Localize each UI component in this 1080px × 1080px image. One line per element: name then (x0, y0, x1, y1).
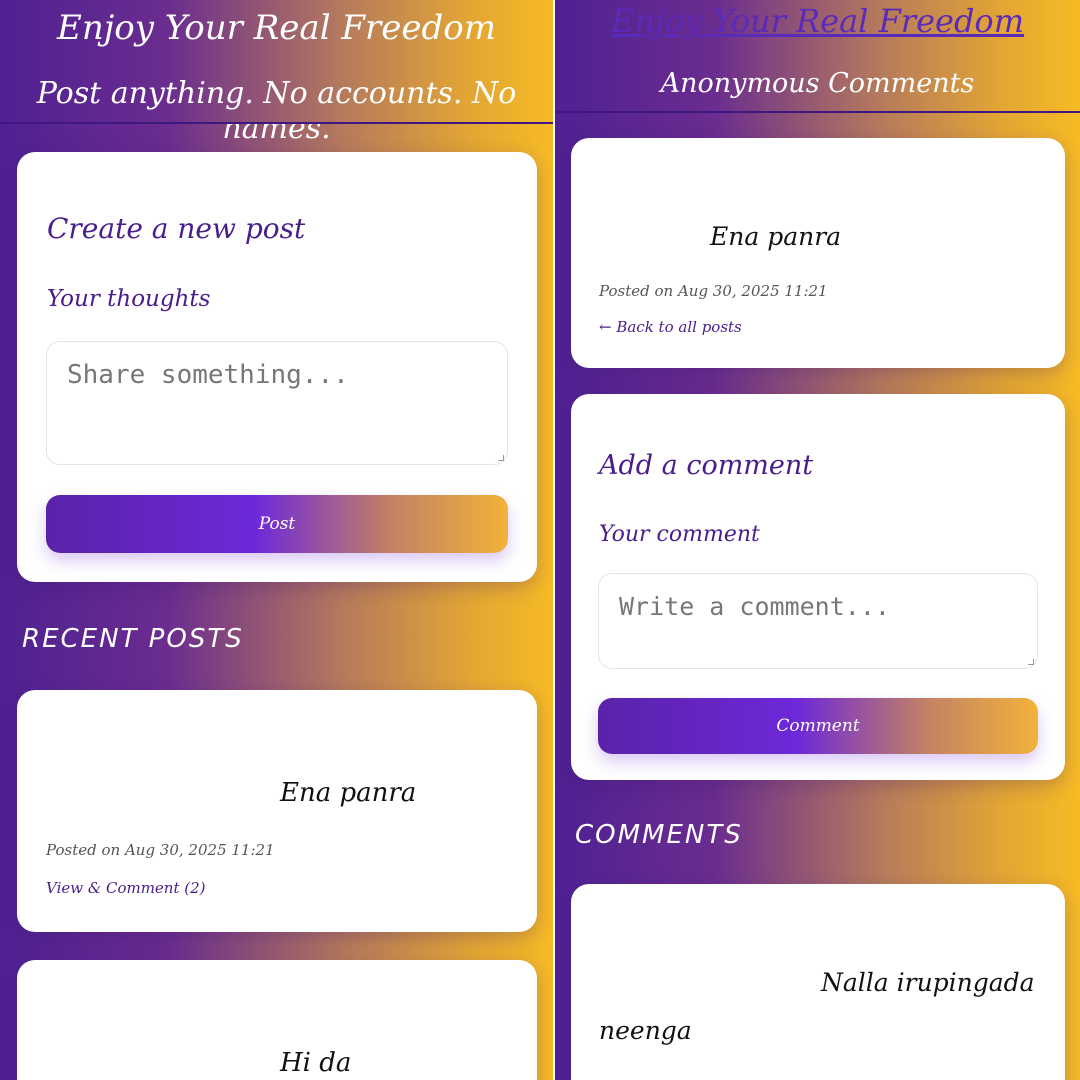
comment-placeholder: Write a comment... (619, 592, 890, 621)
comments-heading: COMMENTS (575, 820, 743, 850)
site-subtitle: Post anything. No accounts. No names. (36, 76, 517, 146)
comment-input[interactable]: Write a comment... (598, 573, 1038, 669)
create-post-card: Create a new post Your thoughts Share so… (17, 152, 537, 582)
post-card: Hi da (17, 960, 537, 1080)
post-button[interactable]: Post (46, 495, 508, 553)
post-text: Hi da (280, 1048, 352, 1078)
thoughts-label: Your thoughts (47, 286, 211, 312)
post-card: Ena panra Posted on Aug 30, 2025 11:21 V… (17, 690, 537, 932)
post-timestamp: Posted on Aug 30, 2025 11:21 (46, 841, 275, 859)
comment-button[interactable]: Comment (598, 698, 1038, 754)
view-comment-link[interactable]: View & Comment (2) (46, 879, 206, 897)
page-subtitle: Anonymous Comments (660, 68, 975, 99)
thoughts-placeholder: Share something... (67, 360, 349, 390)
resize-handle-icon[interactable] (498, 455, 504, 461)
back-to-posts-link[interactable]: ← Back to all posts (599, 318, 742, 336)
post-detail-panel: Enjoy Your Real Freedom Anonymous Commen… (553, 0, 1080, 1080)
post-text: Ena panra (710, 222, 842, 251)
site-title: Enjoy Your Real Freedom (57, 8, 496, 48)
post-feed-panel: Enjoy Your Real Freedom Post anything. N… (0, 0, 553, 1080)
comment-text-line1: Nalla irupingada (821, 968, 1035, 997)
create-post-title: Create a new post (47, 212, 306, 245)
recent-posts-heading: RECENT POSTS (22, 624, 244, 654)
add-comment-card: Add a comment Your comment Write a comme… (571, 394, 1065, 780)
header-divider (555, 111, 1080, 113)
site-title-link[interactable]: Enjoy Your Real Freedom (555, 2, 1080, 40)
add-comment-title: Add a comment (599, 450, 814, 481)
comment-text-line2: neenga (599, 1016, 692, 1045)
thoughts-input[interactable]: Share something... (46, 341, 508, 465)
post-detail-card: Ena panra Posted on Aug 30, 2025 11:21 ←… (571, 138, 1065, 368)
resize-handle-icon[interactable] (1028, 659, 1034, 665)
comment-card: Nalla irupingada neenga (571, 884, 1065, 1080)
post-timestamp: Posted on Aug 30, 2025 11:21 (599, 282, 828, 300)
comment-label: Your comment (599, 522, 760, 547)
post-text: Ena panra (280, 778, 417, 808)
header-divider (0, 122, 553, 124)
